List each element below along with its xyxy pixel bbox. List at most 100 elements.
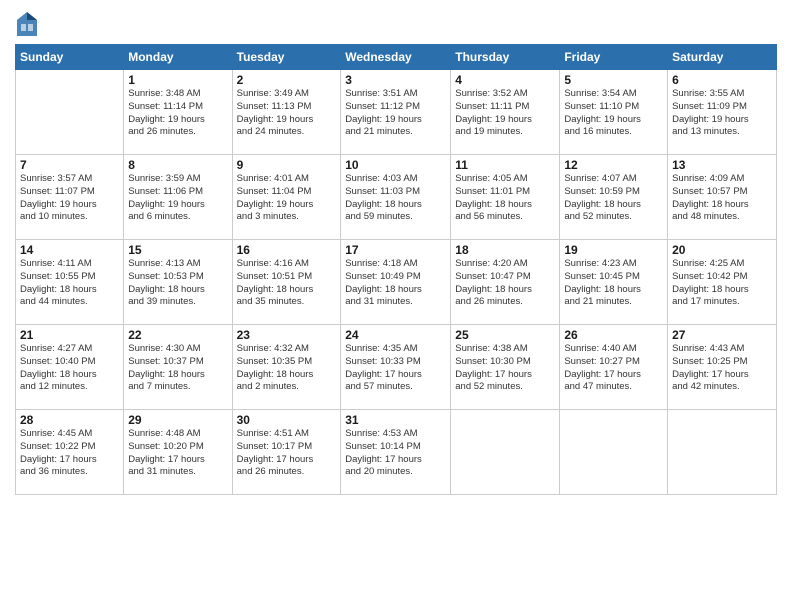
day-info: Sunrise: 4:38 AM Sunset: 10:30 PM Daylig…	[455, 343, 555, 394]
day-info: Sunrise: 3:48 AM Sunset: 11:14 PM Daylig…	[128, 88, 227, 139]
day-number: 1	[128, 73, 227, 87]
calendar-cell: 17Sunrise: 4:18 AM Sunset: 10:49 PM Dayl…	[341, 240, 451, 325]
calendar-cell: 9Sunrise: 4:01 AM Sunset: 11:04 PM Dayli…	[232, 155, 341, 240]
day-number: 6	[672, 73, 772, 87]
logo-icon	[15, 10, 39, 38]
calendar-cell	[668, 410, 777, 495]
day-info: Sunrise: 4:48 AM Sunset: 10:20 PM Daylig…	[128, 428, 227, 479]
day-info: Sunrise: 4:11 AM Sunset: 10:55 PM Daylig…	[20, 258, 119, 309]
header	[15, 10, 777, 38]
calendar-header-tuesday: Tuesday	[232, 45, 341, 70]
calendar-cell: 20Sunrise: 4:25 AM Sunset: 10:42 PM Dayl…	[668, 240, 777, 325]
day-number: 20	[672, 243, 772, 257]
calendar-header-wednesday: Wednesday	[341, 45, 451, 70]
day-info: Sunrise: 4:18 AM Sunset: 10:49 PM Daylig…	[345, 258, 446, 309]
day-number: 24	[345, 328, 446, 342]
day-info: Sunrise: 4:51 AM Sunset: 10:17 PM Daylig…	[237, 428, 337, 479]
calendar-cell: 23Sunrise: 4:32 AM Sunset: 10:35 PM Dayl…	[232, 325, 341, 410]
calendar-cell: 8Sunrise: 3:59 AM Sunset: 11:06 PM Dayli…	[124, 155, 232, 240]
calendar-cell: 5Sunrise: 3:54 AM Sunset: 11:10 PM Dayli…	[560, 70, 668, 155]
day-info: Sunrise: 4:40 AM Sunset: 10:27 PM Daylig…	[564, 343, 663, 394]
day-number: 19	[564, 243, 663, 257]
day-info: Sunrise: 3:57 AM Sunset: 11:07 PM Daylig…	[20, 173, 119, 224]
day-info: Sunrise: 4:07 AM Sunset: 10:59 PM Daylig…	[564, 173, 663, 224]
calendar-header-row: SundayMondayTuesdayWednesdayThursdayFrid…	[16, 45, 777, 70]
day-number: 12	[564, 158, 663, 172]
day-number: 9	[237, 158, 337, 172]
day-number: 28	[20, 413, 119, 427]
day-number: 5	[564, 73, 663, 87]
calendar-cell: 10Sunrise: 4:03 AM Sunset: 11:03 PM Dayl…	[341, 155, 451, 240]
day-number: 14	[20, 243, 119, 257]
day-info: Sunrise: 4:03 AM Sunset: 11:03 PM Daylig…	[345, 173, 446, 224]
day-number: 16	[237, 243, 337, 257]
day-number: 4	[455, 73, 555, 87]
day-info: Sunrise: 4:16 AM Sunset: 10:51 PM Daylig…	[237, 258, 337, 309]
calendar-header-friday: Friday	[560, 45, 668, 70]
day-info: Sunrise: 3:54 AM Sunset: 11:10 PM Daylig…	[564, 88, 663, 139]
day-number: 8	[128, 158, 227, 172]
logo	[15, 10, 43, 38]
calendar-cell: 15Sunrise: 4:13 AM Sunset: 10:53 PM Dayl…	[124, 240, 232, 325]
day-number: 18	[455, 243, 555, 257]
calendar-week-row: 28Sunrise: 4:45 AM Sunset: 10:22 PM Dayl…	[16, 410, 777, 495]
calendar-cell: 25Sunrise: 4:38 AM Sunset: 10:30 PM Dayl…	[451, 325, 560, 410]
day-number: 25	[455, 328, 555, 342]
calendar-cell: 28Sunrise: 4:45 AM Sunset: 10:22 PM Dayl…	[16, 410, 124, 495]
calendar-cell: 18Sunrise: 4:20 AM Sunset: 10:47 PM Dayl…	[451, 240, 560, 325]
day-number: 10	[345, 158, 446, 172]
day-number: 2	[237, 73, 337, 87]
calendar-table: SundayMondayTuesdayWednesdayThursdayFrid…	[15, 44, 777, 495]
calendar-cell	[451, 410, 560, 495]
calendar-cell: 31Sunrise: 4:53 AM Sunset: 10:14 PM Dayl…	[341, 410, 451, 495]
calendar-cell: 22Sunrise: 4:30 AM Sunset: 10:37 PM Dayl…	[124, 325, 232, 410]
day-number: 26	[564, 328, 663, 342]
calendar-header-thursday: Thursday	[451, 45, 560, 70]
calendar-cell: 26Sunrise: 4:40 AM Sunset: 10:27 PM Dayl…	[560, 325, 668, 410]
day-number: 29	[128, 413, 227, 427]
day-info: Sunrise: 4:13 AM Sunset: 10:53 PM Daylig…	[128, 258, 227, 309]
day-info: Sunrise: 4:20 AM Sunset: 10:47 PM Daylig…	[455, 258, 555, 309]
calendar-cell: 6Sunrise: 3:55 AM Sunset: 11:09 PM Dayli…	[668, 70, 777, 155]
day-info: Sunrise: 4:43 AM Sunset: 10:25 PM Daylig…	[672, 343, 772, 394]
page: SundayMondayTuesdayWednesdayThursdayFrid…	[0, 0, 792, 612]
calendar-cell: 24Sunrise: 4:35 AM Sunset: 10:33 PM Dayl…	[341, 325, 451, 410]
day-info: Sunrise: 3:55 AM Sunset: 11:09 PM Daylig…	[672, 88, 772, 139]
calendar-week-row: 7Sunrise: 3:57 AM Sunset: 11:07 PM Dayli…	[16, 155, 777, 240]
calendar-header-sunday: Sunday	[16, 45, 124, 70]
day-number: 3	[345, 73, 446, 87]
calendar-week-row: 21Sunrise: 4:27 AM Sunset: 10:40 PM Dayl…	[16, 325, 777, 410]
day-info: Sunrise: 4:53 AM Sunset: 10:14 PM Daylig…	[345, 428, 446, 479]
calendar-cell: 3Sunrise: 3:51 AM Sunset: 11:12 PM Dayli…	[341, 70, 451, 155]
day-number: 7	[20, 158, 119, 172]
day-info: Sunrise: 3:52 AM Sunset: 11:11 PM Daylig…	[455, 88, 555, 139]
day-info: Sunrise: 4:05 AM Sunset: 11:01 PM Daylig…	[455, 173, 555, 224]
day-info: Sunrise: 4:25 AM Sunset: 10:42 PM Daylig…	[672, 258, 772, 309]
calendar-cell: 21Sunrise: 4:27 AM Sunset: 10:40 PM Dayl…	[16, 325, 124, 410]
calendar-cell: 19Sunrise: 4:23 AM Sunset: 10:45 PM Dayl…	[560, 240, 668, 325]
day-info: Sunrise: 4:01 AM Sunset: 11:04 PM Daylig…	[237, 173, 337, 224]
calendar-cell: 11Sunrise: 4:05 AM Sunset: 11:01 PM Dayl…	[451, 155, 560, 240]
day-info: Sunrise: 3:51 AM Sunset: 11:12 PM Daylig…	[345, 88, 446, 139]
calendar-week-row: 1Sunrise: 3:48 AM Sunset: 11:14 PM Dayli…	[16, 70, 777, 155]
calendar-cell: 1Sunrise: 3:48 AM Sunset: 11:14 PM Dayli…	[124, 70, 232, 155]
day-info: Sunrise: 4:32 AM Sunset: 10:35 PM Daylig…	[237, 343, 337, 394]
day-info: Sunrise: 4:27 AM Sunset: 10:40 PM Daylig…	[20, 343, 119, 394]
calendar-week-row: 14Sunrise: 4:11 AM Sunset: 10:55 PM Dayl…	[16, 240, 777, 325]
calendar-header-saturday: Saturday	[668, 45, 777, 70]
calendar-cell: 13Sunrise: 4:09 AM Sunset: 10:57 PM Dayl…	[668, 155, 777, 240]
day-number: 13	[672, 158, 772, 172]
day-info: Sunrise: 3:59 AM Sunset: 11:06 PM Daylig…	[128, 173, 227, 224]
day-number: 11	[455, 158, 555, 172]
calendar-cell: 27Sunrise: 4:43 AM Sunset: 10:25 PM Dayl…	[668, 325, 777, 410]
day-number: 23	[237, 328, 337, 342]
day-info: Sunrise: 3:49 AM Sunset: 11:13 PM Daylig…	[237, 88, 337, 139]
calendar-cell: 16Sunrise: 4:16 AM Sunset: 10:51 PM Dayl…	[232, 240, 341, 325]
day-number: 27	[672, 328, 772, 342]
calendar-cell: 14Sunrise: 4:11 AM Sunset: 10:55 PM Dayl…	[16, 240, 124, 325]
day-info: Sunrise: 4:23 AM Sunset: 10:45 PM Daylig…	[564, 258, 663, 309]
calendar-cell: 29Sunrise: 4:48 AM Sunset: 10:20 PM Dayl…	[124, 410, 232, 495]
day-number: 17	[345, 243, 446, 257]
calendar-cell: 12Sunrise: 4:07 AM Sunset: 10:59 PM Dayl…	[560, 155, 668, 240]
day-info: Sunrise: 4:35 AM Sunset: 10:33 PM Daylig…	[345, 343, 446, 394]
